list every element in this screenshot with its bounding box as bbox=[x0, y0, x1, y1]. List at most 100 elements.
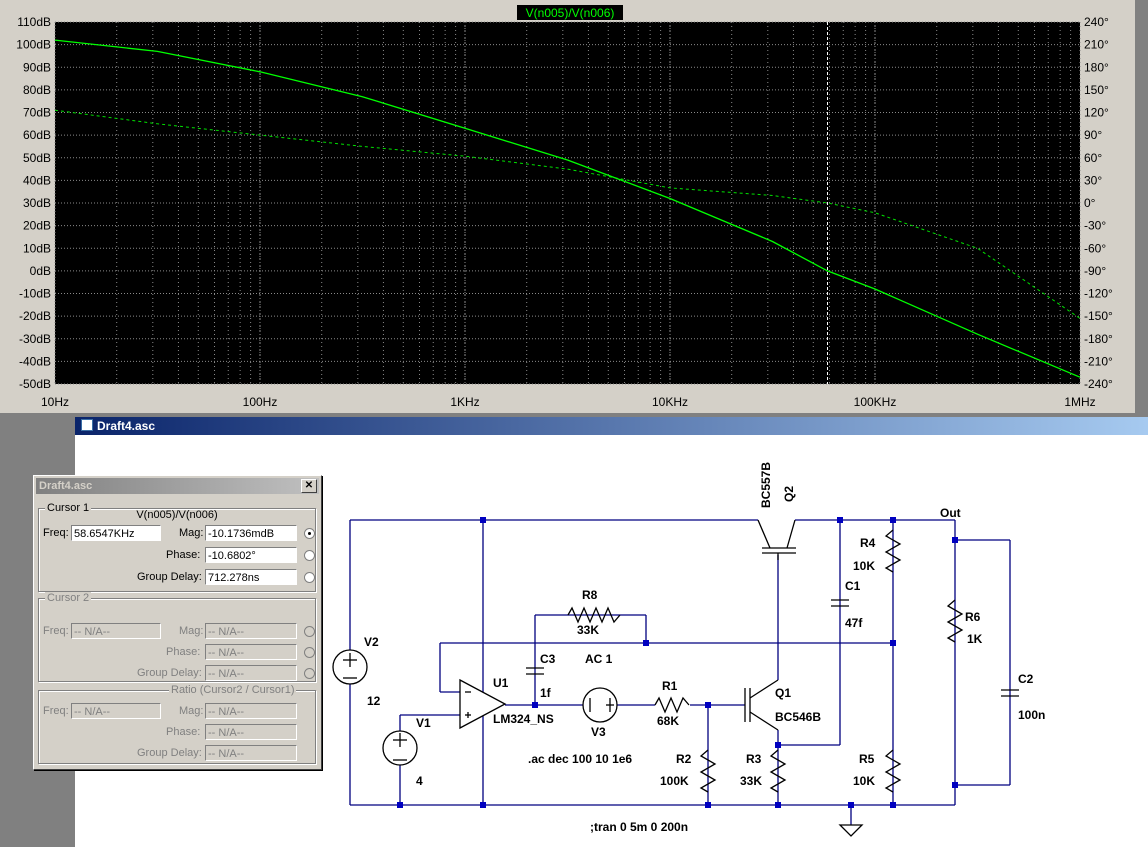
component-labels: BC557B Q2 Out R4 10K C1 47f R8 33K R6 1K… bbox=[364, 462, 1045, 834]
y-tick-label-right: -180° bbox=[1084, 332, 1113, 346]
cursor-dialog-title-bar[interactable]: Draft4.asc ✕ bbox=[36, 478, 319, 494]
y-tick-label-left: 40dB bbox=[23, 173, 51, 187]
cursor-1-group: Cursor 1 V(n005)/V(n006) Freq: 58.6547KH… bbox=[38, 502, 316, 592]
y-tick-label-right: 0° bbox=[1084, 196, 1096, 210]
out-label: Out bbox=[940, 506, 961, 520]
ratio-phase-label: Phase: bbox=[166, 726, 201, 738]
ac-label: AC 1 bbox=[585, 652, 613, 666]
y-tick-label-left: 50dB bbox=[23, 151, 51, 165]
x-tick-label: 10Hz bbox=[41, 395, 69, 409]
r8-label: R8 bbox=[582, 588, 598, 602]
close-icon: ✕ bbox=[304, 480, 314, 491]
v2-label: V2 bbox=[364, 635, 379, 649]
y-tick-label-left: 110dB bbox=[17, 15, 51, 29]
cursor-2-group: Cursor 2 Freq: -- N/A-- Mag: -- N/A-- Ph… bbox=[38, 592, 316, 682]
cursor-1-phase-field[interactable]: -10.6802° bbox=[205, 547, 297, 563]
q2-model-label: BC557B bbox=[759, 462, 773, 508]
cursor-1-gd-field[interactable]: 712.278ns bbox=[205, 569, 297, 585]
q1-model-label: BC546B bbox=[775, 710, 821, 724]
v1-label: V1 bbox=[416, 716, 431, 730]
cursor-2-phase-field: -- N/A-- bbox=[205, 644, 297, 660]
x-tick-label: 100KHz bbox=[854, 395, 897, 409]
cursor-2-gd-field: -- N/A-- bbox=[205, 665, 297, 681]
c1-value: 47f bbox=[845, 616, 863, 630]
cursor-2-freq-field: -- N/A-- bbox=[71, 623, 161, 639]
y-tick-label-left: -50dB bbox=[19, 377, 51, 391]
y-tick-label-left: 100dB bbox=[16, 38, 51, 52]
waveform-pane[interactable]: 110dB 100dB 90dB 80dB 70dB 60dB 50dB 40dB 30dB 20… bbox=[0, 0, 1135, 413]
ratio-freq-label: Freq: bbox=[43, 705, 69, 717]
ratio-group: Ratio (Cursor2 / Cursor1) Freq: -- N/A--… bbox=[38, 684, 316, 764]
v2-value: 12 bbox=[367, 694, 381, 708]
ground-symbol bbox=[838, 824, 864, 837]
y-tick-label-left: 90dB bbox=[23, 60, 51, 74]
r1-label: R1 bbox=[662, 679, 678, 693]
cursor-2-mag-radio bbox=[304, 626, 315, 637]
cursor-1-phase-label: Phase: bbox=[166, 549, 201, 561]
y-tick-label-left: -10dB bbox=[19, 287, 51, 301]
y-tick-label-left: 0dB bbox=[30, 264, 51, 278]
y-tick-label-right: 60° bbox=[1084, 151, 1102, 165]
y-tick-label-right: 120° bbox=[1084, 106, 1109, 120]
y-tick-label-right: -150° bbox=[1084, 309, 1113, 323]
cursor-2-freq-label: Freq: bbox=[43, 625, 69, 637]
cursor-1-mag-field[interactable]: -10.1736mdB bbox=[205, 525, 297, 541]
v1-value: 4 bbox=[416, 774, 423, 788]
y-axis-left-labels: 110dB 100dB 90dB 80dB 70dB 60dB 50dB 40dB 30dB 20… bbox=[16, 15, 51, 391]
ratio-freq-field: -- N/A-- bbox=[71, 703, 161, 719]
schematic-title: Draft4.asc bbox=[97, 419, 156, 433]
close-button[interactable]: ✕ bbox=[301, 479, 317, 493]
x-tick-label: 10KHz bbox=[652, 395, 688, 409]
cursor-1-freq-field[interactable]: 58.6547KHz bbox=[71, 525, 161, 541]
y-tick-label-right: -210° bbox=[1084, 354, 1113, 368]
r5-value: 10K bbox=[853, 774, 875, 788]
y-tick-label-right: -240° bbox=[1084, 377, 1113, 391]
schematic-title-bar[interactable]: Draft4.asc bbox=[75, 417, 1148, 435]
y-tick-label-left: -20dB bbox=[19, 309, 51, 323]
cursor-2-gd-label: Group Delay: bbox=[137, 667, 202, 679]
cursor-2-phase-radio bbox=[304, 647, 315, 658]
cursor-1-gd-radio[interactable] bbox=[304, 572, 315, 583]
c2-label: C2 bbox=[1018, 672, 1034, 686]
tran-directive: ;tran 0 5m 0 200n bbox=[590, 820, 688, 834]
y-tick-label-left: 10dB bbox=[23, 241, 51, 255]
ratio-gd-field: -- N/A-- bbox=[205, 745, 297, 761]
r1-value: 68K bbox=[657, 714, 679, 728]
y-tick-label-left: 30dB bbox=[23, 196, 51, 210]
r3-label: R3 bbox=[746, 752, 762, 766]
y-tick-label-right: 180° bbox=[1084, 60, 1109, 74]
cursor-dialog[interactable]: Draft4.asc ✕ Cursor 1 V(n005)/V(n006) Fr… bbox=[33, 475, 322, 770]
q1-label: Q1 bbox=[775, 686, 791, 700]
y-tick-label-right: 150° bbox=[1084, 83, 1109, 97]
ac-directive: .ac dec 100 10 1e6 bbox=[528, 752, 632, 766]
cursor-2-gd-radio bbox=[304, 668, 315, 679]
r6-value: 1K bbox=[967, 632, 983, 646]
cursor-1-freq-label: Freq: bbox=[43, 527, 69, 539]
cursor-dialog-title: Draft4.asc bbox=[39, 480, 93, 492]
y-tick-label-left: 60dB bbox=[23, 128, 51, 142]
trace-title[interactable]: V(n005)/V(n006) bbox=[526, 6, 615, 20]
bode-plot[interactable]: 110dB 100dB 90dB 80dB 70dB 60dB 50dB 40dB 30dB 20… bbox=[0, 0, 1135, 413]
ratio-phase-field: -- N/A-- bbox=[205, 724, 297, 740]
cursor-2-mag-field: -- N/A-- bbox=[205, 623, 297, 639]
y-tick-label-right: 30° bbox=[1084, 173, 1102, 187]
r4-value: 10K bbox=[853, 559, 875, 573]
cursor-1-mag-radio[interactable] bbox=[304, 528, 315, 539]
cursor-2-phase-label: Phase: bbox=[166, 646, 201, 658]
y-tick-label-right: 240° bbox=[1084, 15, 1109, 29]
r4-label: R4 bbox=[860, 536, 876, 550]
schematic-icon bbox=[81, 419, 93, 431]
y-tick-label-left: 80dB bbox=[23, 83, 51, 97]
r8-value: 33K bbox=[577, 623, 599, 637]
ratio-mag-field: -- N/A-- bbox=[205, 703, 297, 719]
cursor-2-legend: Cursor 2 bbox=[45, 592, 92, 604]
ratio-gd-label: Group Delay: bbox=[137, 747, 202, 759]
y-tick-label-left: 20dB bbox=[23, 219, 51, 233]
x-tick-label: 1KHz bbox=[450, 395, 479, 409]
y-tick-label-left: -30dB bbox=[19, 332, 51, 346]
y-tick-label-right: -30° bbox=[1084, 219, 1106, 233]
cursor-1-phase-radio[interactable] bbox=[304, 550, 315, 561]
c3-label: C3 bbox=[540, 652, 556, 666]
cursor-1-gd-label: Group Delay: bbox=[137, 571, 202, 583]
q2-label: Q2 bbox=[782, 486, 796, 502]
